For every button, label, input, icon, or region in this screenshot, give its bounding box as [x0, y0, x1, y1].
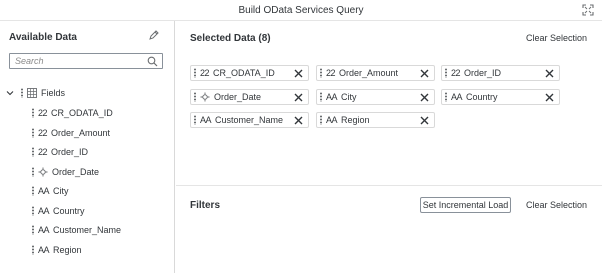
- filters-clear-selection-button[interactable]: Clear Selection: [526, 200, 587, 210]
- search-placeholder: Search: [15, 56, 44, 66]
- list-item[interactable]: Order_Date: [31, 166, 99, 178]
- time-dimension-icon: [38, 167, 48, 177]
- list-item-label: Order_Amount: [51, 128, 111, 138]
- list-item[interactable]: 22 Order_Amount: [31, 127, 110, 139]
- tree-root-label: Fields: [41, 88, 66, 98]
- list-item-label: Customer_Name: [53, 225, 122, 235]
- number-type-icon: 22: [326, 68, 336, 78]
- tree-root-fields[interactable]: Fields: [6, 87, 65, 99]
- selected-chip[interactable]: 22 Order_Amount: [316, 65, 435, 81]
- section-divider: [176, 185, 602, 186]
- drag-handle-icon[interactable]: [31, 245, 35, 255]
- drag-handle-icon[interactable]: [31, 206, 35, 216]
- search-icon[interactable]: [147, 56, 158, 67]
- number-type-icon: 22: [200, 68, 210, 78]
- drag-handle-icon[interactable]: [193, 115, 197, 125]
- selected-chip[interactable]: AA City: [316, 89, 435, 105]
- list-item-label: CR_ODATA_ID: [51, 108, 113, 118]
- drag-handle-icon[interactable]: [31, 128, 35, 138]
- drag-handle-icon[interactable]: [31, 108, 35, 118]
- close-icon[interactable]: [420, 116, 429, 125]
- text-type-icon: AA: [326, 92, 338, 102]
- drag-handle-icon[interactable]: [319, 115, 323, 125]
- drag-handle-icon[interactable]: [20, 88, 24, 98]
- pencil-icon[interactable]: [148, 30, 159, 41]
- list-item-label: Order_Date: [52, 167, 100, 177]
- text-type-icon: AA: [326, 115, 338, 125]
- drag-handle-icon[interactable]: [193, 92, 197, 102]
- filters-title: Filters: [190, 200, 221, 211]
- text-type-icon: AA: [38, 245, 50, 255]
- clear-selection-button[interactable]: Clear Selection: [526, 33, 587, 43]
- drag-handle-icon[interactable]: [444, 68, 448, 78]
- selected-data-title: Selected Data (8): [190, 33, 271, 44]
- chip-label: Customer_Name: [215, 115, 284, 125]
- selected-chip[interactable]: Order_Date: [190, 89, 309, 105]
- list-item[interactable]: AA Customer_Name: [31, 224, 121, 236]
- list-item-label: City: [53, 186, 69, 196]
- chip-label: Country: [466, 92, 498, 102]
- number-type-icon: 22: [38, 108, 48, 118]
- close-icon[interactable]: [545, 69, 554, 78]
- text-type-icon: AA: [38, 186, 50, 196]
- close-icon[interactable]: [294, 93, 303, 102]
- drag-handle-icon[interactable]: [319, 68, 323, 78]
- close-icon[interactable]: [420, 93, 429, 102]
- chip-label: City: [341, 92, 357, 102]
- drag-handle-icon[interactable]: [31, 186, 35, 196]
- chip-label: CR_ODATA_ID: [213, 68, 275, 78]
- drag-handle-icon[interactable]: [193, 68, 197, 78]
- chip-label: Region: [341, 115, 370, 125]
- selected-data-section: Selected Data (8) Clear Selection 22 CR_…: [176, 21, 602, 185]
- list-item-label: Country: [53, 206, 85, 216]
- text-type-icon: AA: [451, 92, 463, 102]
- list-item[interactable]: AA Country: [31, 205, 85, 217]
- text-type-icon: AA: [200, 115, 212, 125]
- list-item[interactable]: AA Region: [31, 244, 82, 256]
- drag-handle-icon[interactable]: [444, 92, 448, 102]
- time-dimension-icon: [200, 92, 210, 102]
- expand-icon[interactable]: [582, 4, 594, 16]
- drag-handle-icon[interactable]: [31, 147, 35, 157]
- text-type-icon: AA: [38, 206, 50, 216]
- chip-label: Order_Amount: [339, 68, 399, 78]
- selected-chip[interactable]: AA Customer_Name: [190, 112, 309, 128]
- number-type-icon: 22: [451, 68, 461, 78]
- text-type-icon: AA: [38, 225, 50, 235]
- close-icon[interactable]: [420, 69, 429, 78]
- available-data-panel: Available Data Search Fields 22 CR_ODATA…: [0, 21, 175, 273]
- list-item-label: Order_ID: [51, 147, 89, 157]
- number-type-icon: 22: [38, 128, 48, 138]
- close-icon[interactable]: [294, 116, 303, 125]
- selected-chip[interactable]: 22 CR_ODATA_ID: [190, 65, 309, 81]
- list-item[interactable]: AA City: [31, 185, 69, 197]
- drag-handle-icon[interactable]: [319, 92, 323, 102]
- close-icon[interactable]: [294, 69, 303, 78]
- drag-handle-icon[interactable]: [31, 167, 35, 177]
- available-data-title: Available Data: [9, 32, 77, 43]
- chip-label: Order_ID: [464, 68, 502, 78]
- search-input[interactable]: Search: [9, 53, 163, 69]
- selected-chip[interactable]: AA Region: [316, 112, 435, 128]
- title-bar: Build OData Services Query: [0, 0, 602, 21]
- chip-label: Order_Date: [214, 92, 262, 102]
- number-type-icon: 22: [38, 147, 48, 157]
- selected-chip[interactable]: AA Country: [441, 89, 560, 105]
- dialog-title: Build OData Services Query: [238, 5, 364, 16]
- set-incremental-load-button[interactable]: Set Incremental Load: [420, 197, 511, 213]
- list-item[interactable]: 22 CR_ODATA_ID: [31, 107, 113, 119]
- grid-icon: [27, 88, 37, 98]
- selected-chip[interactable]: 22 Order_ID: [441, 65, 560, 81]
- drag-handle-icon[interactable]: [31, 225, 35, 235]
- chevron-down-icon[interactable]: [6, 89, 14, 97]
- list-item-label: Region: [53, 245, 82, 255]
- close-icon[interactable]: [545, 93, 554, 102]
- list-item[interactable]: 22 Order_ID: [31, 146, 88, 158]
